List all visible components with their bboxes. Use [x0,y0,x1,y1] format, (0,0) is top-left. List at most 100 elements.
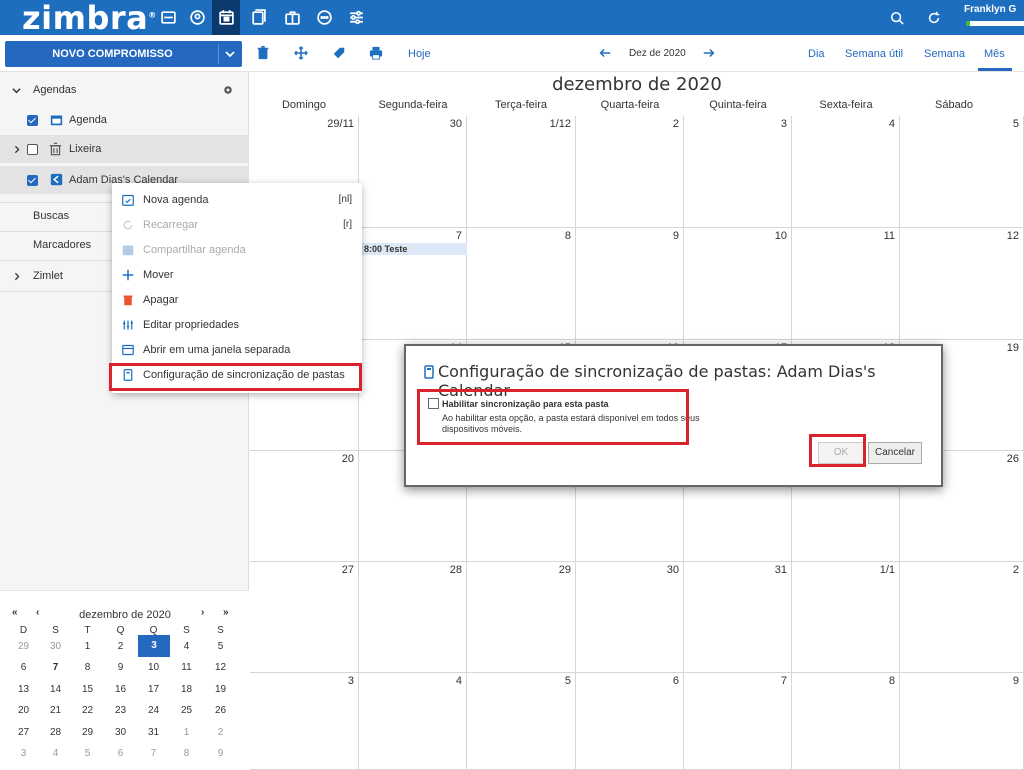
cancel-button[interactable]: Cancelar [868,442,922,464]
tab-work-week[interactable]: Semana útil [845,48,903,60]
agenda-checkbox[interactable] [27,115,38,126]
chevron-down-icon[interactable] [222,46,238,62]
mini-day[interactable]: 21 [40,701,71,720]
day-cell[interactable]: 10 [684,228,792,340]
mini-day[interactable]: 5 [72,744,103,763]
mini-day[interactable]: 30 [105,723,136,742]
day-cell[interactable]: 2 [576,116,684,228]
day-cell[interactable]: 30 [576,562,684,673]
user-name[interactable]: Franklyn G [964,4,1016,15]
mini-day-today[interactable]: 3 [138,635,170,657]
day-cell[interactable]: 3 [250,673,359,770]
mini-day[interactable]: 13 [8,680,39,699]
mini-day[interactable]: 4 [40,744,71,763]
tab-week[interactable]: Semana [924,48,965,60]
mini-day[interactable]: 15 [72,680,103,699]
mini-day[interactable]: 29 [8,637,39,656]
delete-icon[interactable] [254,44,272,62]
prev-month-icon[interactable]: ‹ [36,607,39,618]
next-year-icon[interactable]: » [223,607,229,618]
contacts-icon[interactable] [183,0,211,35]
refresh-icon[interactable] [921,0,947,35]
menu-item-move[interactable]: Mover [112,263,362,287]
day-cell[interactable]: 1/1 [792,562,900,673]
mini-day[interactable]: 2 [105,637,136,656]
day-cell[interactable]: 7 [684,673,792,770]
mini-day[interactable]: 11 [171,658,202,677]
calendars-header[interactable]: Agendas [0,76,249,104]
preferences-icon[interactable] [342,0,370,35]
briefcase-icon[interactable] [278,0,306,35]
adam-calendar-checkbox[interactable] [27,175,38,186]
day-cell[interactable]: 9 [900,673,1024,770]
mini-day[interactable]: 30 [40,637,71,656]
mini-day[interactable]: 1 [171,723,202,742]
mini-day[interactable]: 20 [8,701,39,720]
mini-day[interactable]: 16 [105,680,136,699]
sidebar-item-agenda[interactable]: Agenda [0,106,249,134]
day-cell[interactable]: 8 [467,228,576,340]
mini-day[interactable]: 29 [72,723,103,742]
mini-day[interactable]: 6 [105,744,136,763]
menu-item-new-calendar[interactable]: Nova agenda [nl] [112,188,362,212]
mini-day[interactable]: 6 [8,658,39,677]
trash-checkbox[interactable] [27,144,38,155]
move-icon[interactable] [292,44,310,62]
day-cell[interactable]: 20 [250,451,359,562]
next-month-icon[interactable]: › [201,607,204,618]
arrow-left-icon[interactable] [596,44,614,62]
day-cell[interactable]: 1/12 [467,116,576,228]
mini-day[interactable]: 12 [205,658,236,677]
new-appointment-button[interactable]: NOVO COMPROMISSO [5,41,242,67]
chevron-right-icon[interactable] [13,145,21,154]
event-teste[interactable]: 8:00 Teste [362,243,467,255]
mini-day[interactable]: 23 [105,701,136,720]
mini-day[interactable]: 9 [205,744,236,763]
mini-day[interactable]: 26 [205,701,236,720]
mini-day[interactable]: 9 [105,658,136,677]
mini-day[interactable]: 17 [138,680,169,699]
print-icon[interactable] [367,44,385,62]
today-link[interactable]: Hoje [408,48,431,60]
mini-day[interactable]: 25 [171,701,202,720]
day-cell[interactable]: 8 [792,673,900,770]
menu-item-delete[interactable]: Apagar [112,288,362,312]
sidebar-item-trash[interactable]: Lixeira [0,135,249,163]
mini-day[interactable]: 22 [72,701,103,720]
tab-day[interactable]: Dia [808,48,825,60]
tab-month[interactable]: Mês [984,48,1005,60]
day-cell[interactable]: 5 [467,673,576,770]
zimbra-logo[interactable]: zimbra® [22,0,157,37]
mini-day[interactable]: 14 [40,680,71,699]
mini-day[interactable]: 10 [138,658,169,677]
gear-icon[interactable] [222,84,234,96]
chat-icon[interactable] [310,0,338,35]
mini-day[interactable]: 28 [40,723,71,742]
mini-day[interactable]: 31 [138,723,169,742]
mini-day[interactable]: 8 [72,658,103,677]
day-cell[interactable]: 28 [359,562,467,673]
day-cell[interactable]: 4 [359,673,467,770]
day-cell[interactable]: 30 [359,116,467,228]
chevron-down-icon[interactable] [12,86,21,95]
chevron-right-icon[interactable] [13,272,21,281]
search-icon[interactable] [884,0,910,35]
day-cell[interactable]: 5 [900,116,1024,228]
mini-day[interactable]: 24 [138,701,169,720]
mini-day[interactable]: 3 [8,744,39,763]
day-cell[interactable]: 29 [467,562,576,673]
day-cell[interactable]: 27 [250,562,359,673]
day-cell[interactable]: 2 [900,562,1024,673]
arrow-right-icon[interactable] [700,44,718,62]
mini-day[interactable]: 5 [205,637,236,656]
menu-item-edit-properties[interactable]: Editar propriedades [112,313,362,337]
mini-day[interactable]: 7 [40,658,71,677]
day-cell[interactable]: 9 [576,228,684,340]
day-cell[interactable]: 12 [900,228,1024,340]
mini-day[interactable]: 18 [171,680,202,699]
day-cell[interactable]: 3 [684,116,792,228]
mini-day[interactable]: 1 [72,637,103,656]
tag-icon[interactable] [330,44,348,62]
mini-day[interactable]: 27 [8,723,39,742]
calendar-icon[interactable] [212,0,240,35]
